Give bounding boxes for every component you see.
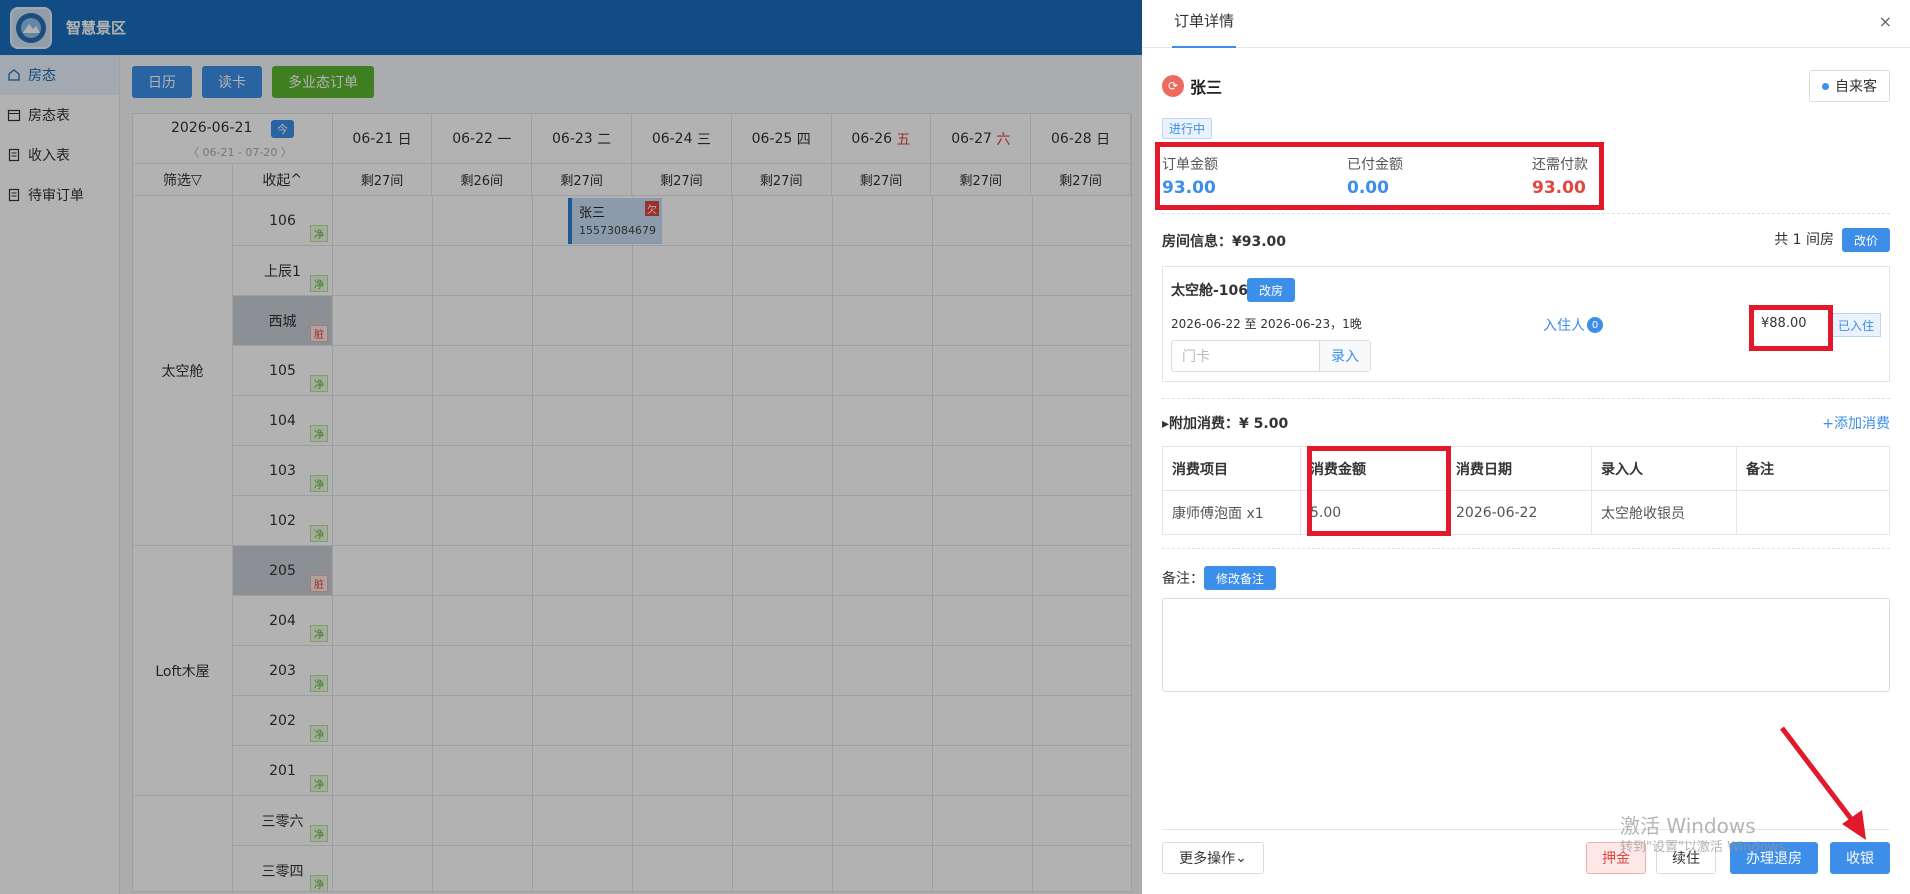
more-actions-dropdown[interactable]: 更多操作 ⌄ — [1162, 842, 1264, 874]
table-row: 康师傅泡面 x1 5.00 2026-06-22 太空舱收银员 — [1162, 490, 1890, 535]
room-info-title: 房间信息：¥93.00 — [1162, 234, 1287, 250]
guest-header: ⟳ 张三 — [1162, 74, 1222, 98]
divider — [1162, 548, 1890, 549]
extra-charges-table: 消费项目 消费金额 消费日期 录入人 备注 康师傅泡面 x1 5.00 2026… — [1162, 446, 1890, 535]
add-charge-link[interactable]: +添加消费 — [1822, 413, 1890, 433]
edit-remark-button[interactable]: 修改备注 — [1204, 566, 1276, 590]
red-arrow-annotation — [1780, 726, 1866, 840]
column-header: 录入人 — [1591, 446, 1737, 491]
tab-order-detail[interactable]: 订单详情 — [1172, 0, 1237, 48]
status-badge: 进行中 — [1162, 118, 1213, 139]
table-cell: 康师傅泡面 x1 — [1162, 490, 1301, 535]
table-cell: 太空舱收银员 — [1591, 490, 1737, 535]
extra-title-label: 附加消费：¥ 5.00 — [1169, 416, 1289, 432]
stay-dates: 2026-06-22 至 2026-06-23，1晚 — [1171, 317, 1362, 331]
highlight-box-amounts — [1155, 142, 1604, 210]
highlight-box-price — [1749, 305, 1833, 351]
chevron-down-icon: ⌄ — [1235, 850, 1247, 866]
enter-card-button[interactable]: 录入 — [1320, 341, 1370, 371]
extra-charges-title[interactable]: ▸附加消费：¥ 5.00 — [1162, 413, 1288, 433]
cashier-button[interactable]: 收银 — [1830, 842, 1890, 874]
source-dot — [1822, 82, 1829, 90]
column-header: 消费日期 — [1446, 446, 1592, 491]
source-badge: 自来客 — [1809, 70, 1890, 102]
divider — [1162, 213, 1890, 214]
source-label: 自来客 — [1835, 79, 1877, 95]
checkin-guests-link[interactable]: 入住人 0 — [1543, 315, 1603, 335]
door-card-field: 门卡 录入 — [1171, 340, 1371, 372]
table-header-row: 消费项目 消费金额 消费日期 录入人 备注 — [1162, 446, 1890, 491]
divider — [1162, 398, 1890, 399]
close-icon[interactable]: × — [1879, 12, 1892, 31]
change-price-button[interactable]: 改价 — [1842, 228, 1890, 252]
room-count: 共 1 间房 — [1774, 232, 1834, 248]
column-header: 备注 — [1736, 446, 1890, 491]
highlight-box-charge — [1307, 446, 1451, 536]
table-cell — [1736, 490, 1890, 535]
more-actions-label: 更多操作 — [1179, 851, 1236, 867]
remark-textarea[interactable] — [1162, 598, 1890, 692]
change-room-button[interactable]: 改房 — [1247, 278, 1295, 302]
caret-right-icon: ▸ — [1162, 416, 1170, 432]
refresh-icon[interactable]: ⟳ — [1162, 75, 1184, 97]
remark-label: 备注： — [1162, 571, 1204, 587]
room-name: 太空舱-106 — [1171, 283, 1249, 299]
checked-in-badge: 已入住 — [1831, 313, 1882, 337]
guest-name: 张三 — [1190, 78, 1223, 97]
windows-watermark: 激活 Windows — [1620, 814, 1756, 838]
guests-label: 入住人 — [1543, 318, 1585, 334]
modal-overlay[interactable] — [0, 0, 1142, 894]
column-header: 消费项目 — [1162, 446, 1301, 491]
door-card-input[interactable]: 门卡 — [1172, 341, 1320, 371]
guest-count-badge: 0 — [1587, 317, 1603, 333]
table-cell: 2026-06-22 — [1446, 490, 1592, 535]
app-root: 智慧景区 房态 房态表 收入表 待审订单 日历 读卡 多业态订单 2026-06… — [0, 0, 1910, 894]
drawer-tabs: 订单详情 × — [1142, 0, 1910, 48]
